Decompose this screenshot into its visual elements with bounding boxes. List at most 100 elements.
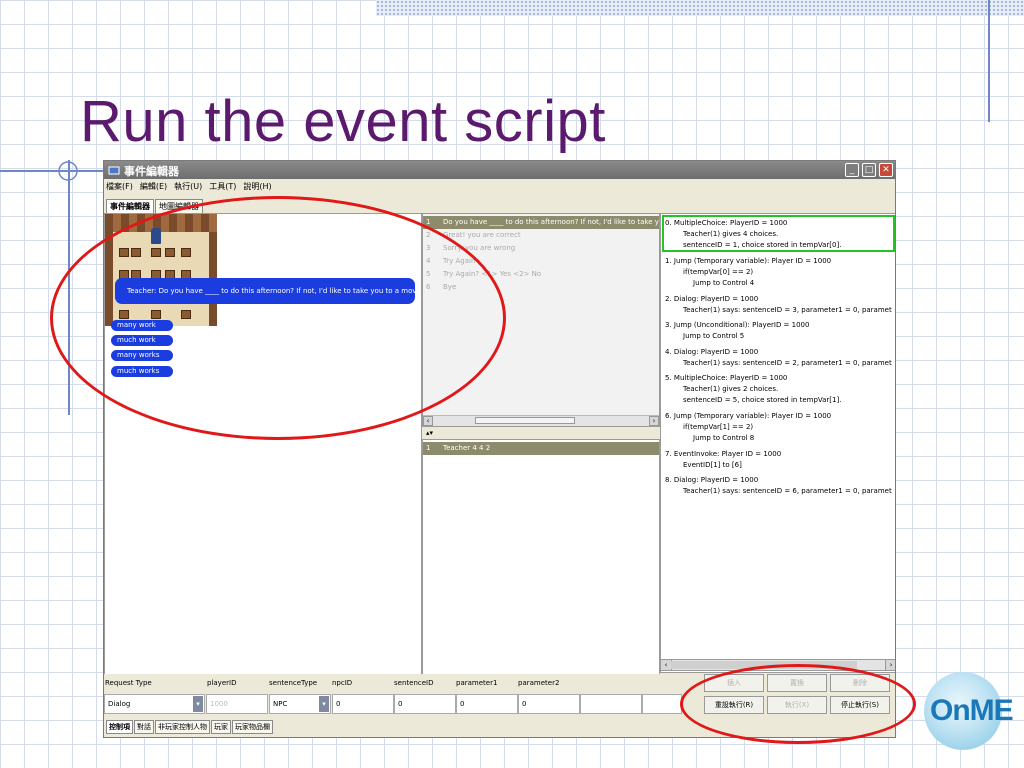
slide-circle-ornament [58,161,78,181]
scroll-right-arrow-icon[interactable]: › [885,660,895,670]
sentence-row[interactable]: 2 Great! you are correct [423,229,659,242]
choice-option[interactable]: much works [111,366,173,377]
choice-option[interactable]: much work [111,335,173,346]
splitter-arrows-icon[interactable]: ▴▾ [426,429,433,437]
script-step[interactable]: 8. Dialog: PlayerID = 1000 Teacher(1) sa… [665,475,892,497]
header-sentence-type: sentenceType [269,679,318,687]
tab-map-editor[interactable]: 地圖編輯器 [155,199,203,213]
choice-option[interactable]: many works [111,350,173,361]
script-step[interactable]: 1. Jump (Temporary variable): Player ID … [665,256,831,289]
desk [131,248,141,257]
request-panel: Request Type playerID sentenceType npcID… [104,674,895,737]
sentence-num: 5 [426,270,431,278]
sentence-row[interactable]: 4 Try Again [423,255,659,268]
menu-run[interactable]: 執行(U) [174,181,202,192]
npc-row[interactable]: 1 Teacher 4 4 2 [423,442,659,455]
run-button[interactable]: 執行(X) [767,696,827,714]
delete-button[interactable]: 刪除 [830,674,890,692]
script-step-head: 1. Jump (Temporary variable): Player ID … [665,257,832,265]
tab-event-editor[interactable]: 事件編輯器 [106,199,154,213]
tab-dialog[interactable]: 對話 [134,720,154,734]
script-step-head: 6. Jump (Temporary variable): Player ID … [665,412,832,420]
menu-tools[interactable]: 工具(T) [209,181,236,192]
sentence-text: Do you have ____ to do this afternoon? I… [443,218,660,226]
sentence-list-pane: 1 Do you have ____ to do this afternoon?… [422,213,660,427]
parameter2-field[interactable]: 0 [518,694,580,714]
sentence-row[interactable]: 1 Do you have ____ to do this afternoon?… [423,216,659,229]
choice-option[interactable]: many work [111,320,173,331]
tab-npc[interactable]: 非玩家控制人物 [155,720,210,734]
script-step-head: 2. Dialog: PlayerID = 1000 [665,295,759,303]
sentence-horizontal-scrollbar[interactable]: ‹ › [423,415,659,426]
teacher-sprite [151,228,161,244]
sentence-type-select[interactable]: NPC ▾ [269,694,331,714]
minimize-button[interactable]: _ [845,163,859,177]
script-step[interactable]: 0. MultipleChoice: PlayerID = 1000 Teach… [665,218,841,251]
replace-button[interactable]: 置換 [767,674,827,692]
script-list-pane: 0. MultipleChoice: PlayerID = 1000 Teach… [660,213,895,673]
sentence-text: Try Again? <1> Yes <2> No [443,270,542,278]
script-step-detail: Teacher(1) gives 2 choices. [683,385,779,393]
header-sentence-id: sentenceID [394,679,434,687]
script-step-head: 0. MultipleChoice: PlayerID = 1000 [665,219,788,227]
extra-field[interactable] [642,694,682,714]
script-step-head: 5. MultipleChoice: PlayerID = 1000 [665,374,788,382]
script-step-detail: Jump to Control 4 [693,279,755,287]
map-left-wall [105,232,113,326]
script-step-detail: sentenceID = 1, choice stored in tempVar… [683,241,842,249]
sentence-text: Great! you are correct [443,231,521,239]
header-player-id: playerID [207,679,237,687]
maximize-button[interactable]: □ [862,163,876,177]
script-step[interactable]: 3. Jump (Unconditional): PlayerID = 1000… [665,320,809,342]
insert-button[interactable]: 插入 [704,674,764,692]
script-step[interactable]: 4. Dialog: PlayerID = 1000 Teacher(1) sa… [665,347,892,369]
script-step-detail: Teacher(1) says: sentenceID = 2, paramet… [683,359,892,367]
script-step[interactable]: 5. MultipleChoice: PlayerID = 1000 Teach… [665,373,841,406]
chevron-down-icon[interactable]: ▾ [193,696,203,712]
slide-top-decoration [376,0,1024,16]
request-type-select[interactable]: Dialog ▾ [104,694,205,714]
scroll-right-arrow-icon[interactable]: › [649,416,659,426]
sentence-row[interactable]: 6 Bye [423,281,659,294]
menu-file[interactable]: 檔案(F) [106,181,133,192]
stop-run-button[interactable]: 停止執行(S) [830,696,890,714]
scrollbar-thumb[interactable] [475,417,575,424]
header-npc-id: npcID [332,679,353,687]
script-step[interactable]: 2. Dialog: PlayerID = 1000 Teacher(1) sa… [665,294,892,316]
sentence-row[interactable]: 5 Try Again? <1> Yes <2> No [423,268,659,281]
sentence-text: Bye [443,283,457,291]
extra-field[interactable] [580,694,642,714]
player-id-field[interactable]: 1000 [206,694,268,714]
sentence-id-field[interactable]: 0 [394,694,456,714]
close-button[interactable]: ✕ [879,163,893,177]
parameter1-field[interactable]: 0 [456,694,518,714]
chevron-down-icon[interactable]: ▾ [319,696,329,712]
sentence-row[interactable]: 3 Sorry. you are wrong [423,242,659,255]
request-type-value: Dialog [108,700,131,708]
script-horizontal-scrollbar[interactable]: ‹ › [660,659,895,671]
desk [151,310,161,319]
header-request-type: Request Type [105,679,152,687]
tab-player[interactable]: 玩家 [211,720,231,734]
script-step[interactable]: 6. Jump (Temporary variable): Player ID … [665,411,831,444]
menu-help[interactable]: 說明(H) [243,181,271,192]
tab-control[interactable]: 控制項 [106,720,133,734]
slide-vertical-rule-right [988,0,990,122]
window-title: 事件編輯器 [124,165,179,178]
tab-player-inventory[interactable]: 玩家物品欄 [232,720,273,734]
script-step-head: 7. EventInvoke: Player ID = 1000 [665,450,782,458]
script-step[interactable]: 7. EventInvoke: Player ID = 1000 EventID… [665,449,781,471]
onme-logo: OnME [924,672,1014,750]
npc-id-field[interactable]: 0 [332,694,394,714]
script-step-head: 4. Dialog: PlayerID = 1000 [665,348,759,356]
scroll-left-arrow-icon[interactable]: ‹ [423,416,433,426]
window-titlebar[interactable]: 事件編輯器 _ □ ✕ [104,161,895,179]
reset-run-button[interactable]: 重設執行(R) [704,696,764,714]
desk [119,248,129,257]
scrollbar-thumb[interactable] [671,661,857,669]
menu-edit[interactable]: 編輯(E) [140,181,167,192]
app-icon [108,166,120,175]
editor-tabs: 事件編輯器 地圖編輯器 [106,199,204,213]
desk [181,248,191,257]
desk [119,310,129,319]
